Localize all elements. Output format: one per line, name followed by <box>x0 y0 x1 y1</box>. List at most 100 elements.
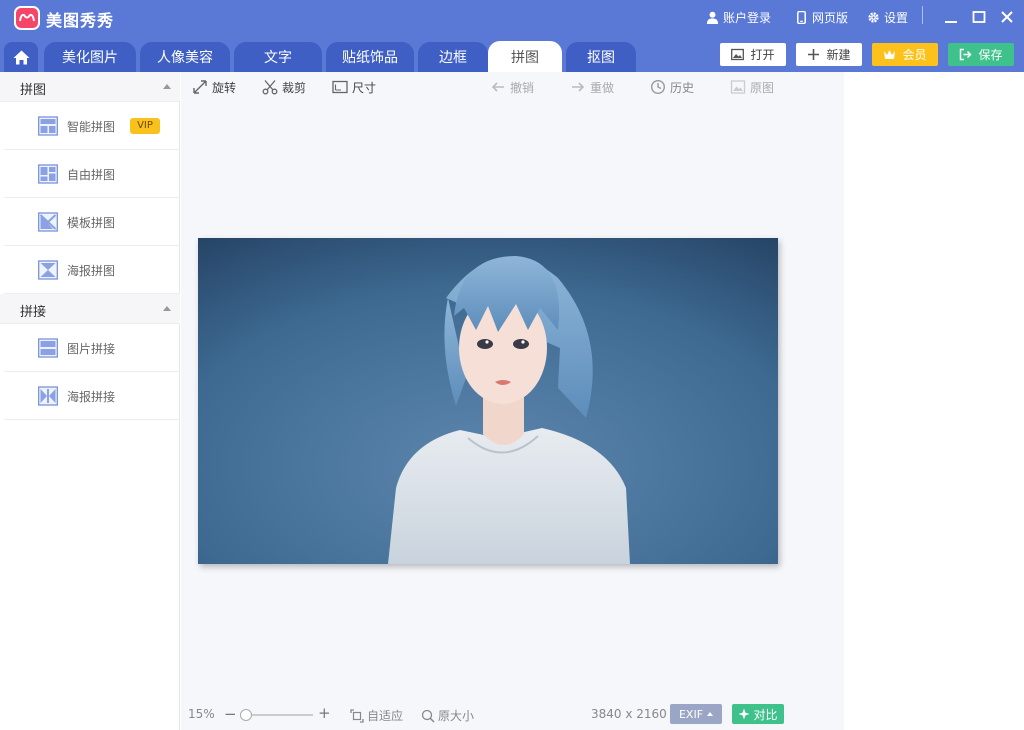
redo-button[interactable]: 重做 <box>570 78 614 96</box>
sparkle-star-icon <box>738 708 750 720</box>
crown-icon <box>884 50 896 59</box>
fit-label: 自适应 <box>367 709 404 723</box>
original-label: 原图 <box>750 80 775 95</box>
redo-arrow-icon <box>572 82 585 92</box>
close-button[interactable] <box>997 7 1017 27</box>
exif-caret-icon <box>707 712 714 716</box>
settings-label: 设置 <box>884 10 909 25</box>
window-controls-divider <box>922 6 923 24</box>
maximize-button[interactable] <box>969 7 989 27</box>
new-label: 新建 <box>826 48 851 62</box>
actual-size-button[interactable]: 原大小 <box>421 707 474 724</box>
status-bar: 15% − + 自适应 原大小 3840 x 2160 EXIF 对比 <box>181 704 844 726</box>
fit-to-window-button[interactable]: 自适应 <box>350 707 403 724</box>
sidebar-item-label: 自由拼图 <box>67 168 116 182</box>
smart-collage-icon <box>38 116 58 136</box>
sidebar: 拼图 智能拼图 VIP 自由拼图 模板拼图 海报拼图 拼接 图片拼接 海报拼接 <box>0 72 180 730</box>
poster-stitch-icon <box>38 386 58 406</box>
size-button[interactable]: 尺寸 <box>332 78 376 96</box>
tab-collage[interactable]: 拼图 <box>488 41 562 72</box>
close-icon <box>1001 11 1013 23</box>
history-button[interactable]: 历史 <box>650 78 694 96</box>
sidebar-item-label: 图片拼接 <box>67 342 116 356</box>
zoom-slider-thumb[interactable] <box>240 709 252 721</box>
template-collage-icon <box>38 212 58 232</box>
login-link[interactable]: 账户登录 <box>706 8 771 26</box>
title-bar: 美图秀秀 账户登录 网页版 设置 美化图片 人像美容 文字 贴纸饰品 边框 拼图… <box>0 0 1024 72</box>
image-icon <box>731 48 745 61</box>
section-header-stitch[interactable]: 拼接 <box>0 294 180 324</box>
sidebar-item-template-collage[interactable]: 模板拼图 <box>4 198 180 246</box>
crop-button[interactable]: 裁剪 <box>262 78 306 96</box>
sidebar-item-label: 模板拼图 <box>67 216 116 230</box>
sidebar-item-label: 海报拼图 <box>67 264 116 278</box>
web-version-label: 网页版 <box>812 10 849 25</box>
sidebar-item-poster-stitch[interactable]: 海报拼接 <box>4 372 180 420</box>
collapse-caret-icon <box>163 84 171 89</box>
minimize-button[interactable] <box>941 7 961 27</box>
rotate-label: 旋转 <box>212 80 237 95</box>
clock-icon <box>650 79 666 95</box>
tab-beautify[interactable]: 美化图片 <box>44 42 136 72</box>
vip-label: 会员 <box>902 48 927 62</box>
crop-label: 裁剪 <box>282 80 307 95</box>
sidebar-item-label: 海报拼接 <box>67 390 116 404</box>
settings-link[interactable]: 设置 <box>867 8 908 26</box>
user-icon <box>706 11 719 24</box>
sidebar-item-smart-collage[interactable]: 智能拼图 VIP <box>4 102 180 150</box>
tab-border[interactable]: 边框 <box>418 42 488 72</box>
scissors-icon <box>262 80 278 95</box>
undo-label: 撤销 <box>510 80 535 95</box>
compare-label: 对比 <box>753 707 778 722</box>
section-title: 拼接 <box>20 305 47 320</box>
new-button[interactable]: 新建 <box>796 43 862 66</box>
zoom-percentage: 15% <box>188 707 215 721</box>
minimize-icon <box>945 21 957 23</box>
resize-icon <box>332 80 348 94</box>
save-label: 保存 <box>978 48 1003 62</box>
tab-portrait[interactable]: 人像美容 <box>140 42 230 72</box>
phone-icon <box>797 10 806 24</box>
poster-collage-icon <box>38 260 58 280</box>
magnifier-icon <box>421 709 435 723</box>
app-logo-icon <box>14 6 40 30</box>
sidebar-item-free-collage[interactable]: 自由拼图 <box>4 150 180 198</box>
open-button[interactable]: 打开 <box>720 43 786 66</box>
image-dimensions: 3840 x 2160 <box>591 707 667 721</box>
undo-button[interactable]: 撤销 <box>490 78 534 96</box>
exif-label: EXIF <box>678 707 704 721</box>
sidebar-item-label: 智能拼图 <box>67 120 116 134</box>
home-icon <box>13 50 29 64</box>
plus-icon <box>808 49 820 60</box>
zoom-out-button[interactable]: − <box>224 705 237 723</box>
app-title: 美图秀秀 <box>46 11 115 30</box>
zoom-in-button[interactable]: + <box>318 704 331 722</box>
history-label: 历史 <box>670 80 695 95</box>
free-collage-icon <box>38 164 58 184</box>
tab-cutout[interactable]: 抠图 <box>566 42 636 72</box>
vip-button[interactable]: 会员 <box>872 43 938 66</box>
rotate-icon <box>193 80 207 94</box>
section-title: 拼图 <box>20 83 47 98</box>
open-label: 打开 <box>750 48 775 62</box>
tab-stickers[interactable]: 贴纸饰品 <box>326 42 414 72</box>
maximize-icon <box>972 11 986 23</box>
sidebar-item-poster-collage[interactable]: 海报拼图 <box>4 246 180 294</box>
rotate-button[interactable]: 旋转 <box>192 78 236 96</box>
original-button[interactable]: 原图 <box>730 78 774 96</box>
web-version-link[interactable]: 网页版 <box>795 8 848 26</box>
vip-badge: VIP <box>130 118 160 134</box>
section-header-collage[interactable]: 拼图 <box>0 72 180 102</box>
original-image-icon <box>730 80 746 94</box>
undo-arrow-icon <box>491 82 504 92</box>
login-label: 账户登录 <box>723 10 772 25</box>
canvas-image[interactable] <box>198 238 778 564</box>
tab-text[interactable]: 文字 <box>234 42 322 72</box>
save-button[interactable]: 保存 <box>948 43 1014 66</box>
exif-button[interactable]: EXIF <box>670 704 722 724</box>
compare-button[interactable]: 对比 <box>732 704 784 724</box>
right-panel <box>844 72 1024 730</box>
collapse-caret-icon <box>163 306 171 311</box>
home-tab[interactable] <box>4 42 38 72</box>
sidebar-item-image-stitch[interactable]: 图片拼接 <box>4 324 180 372</box>
